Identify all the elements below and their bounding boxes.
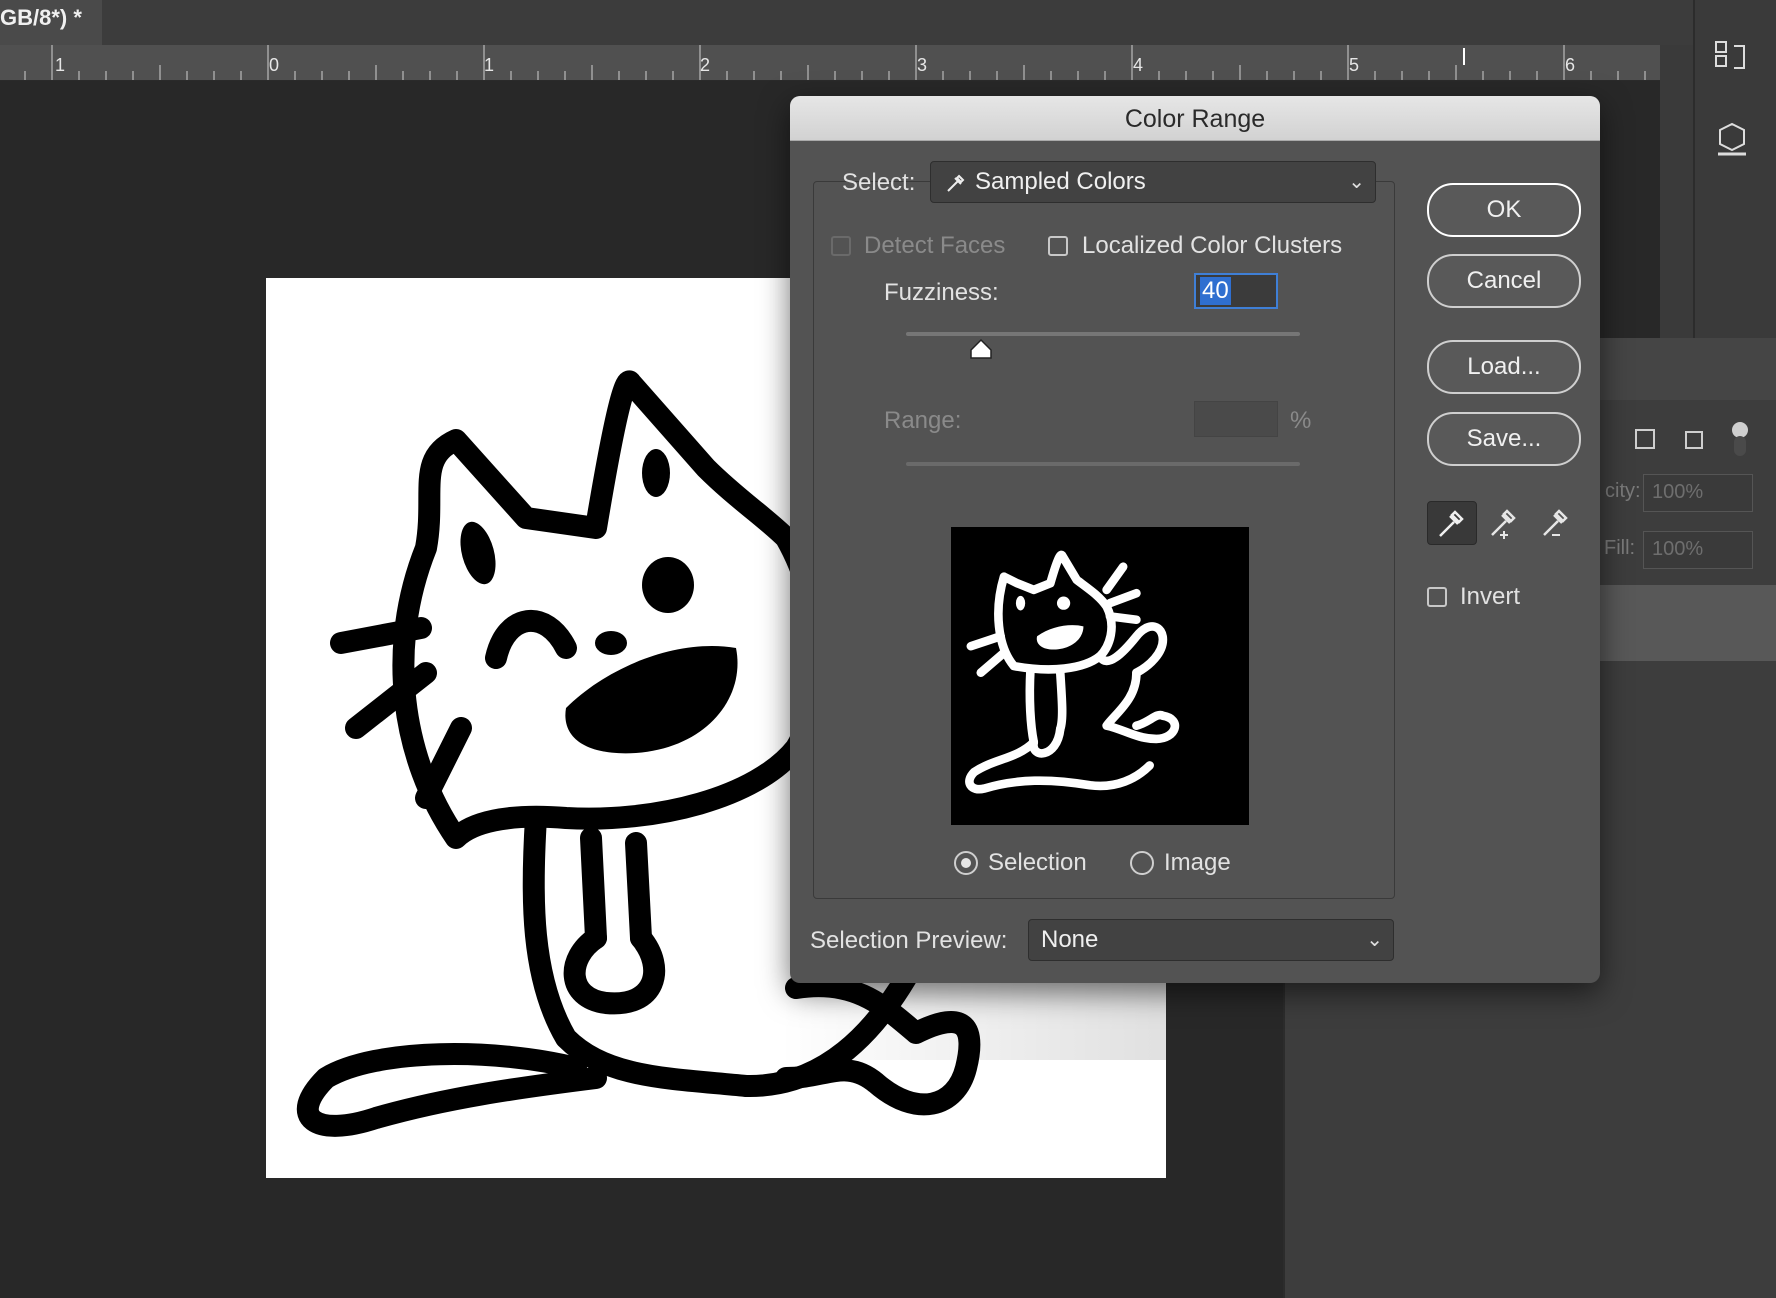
- eyedropper-plus-icon[interactable]: [1480, 501, 1528, 543]
- range-label: Range:: [884, 407, 962, 434]
- ruler-label: 2: [700, 55, 710, 75]
- ruler-ticks: 1 0 1 2 3 4 5 6: [24, 45, 1646, 80]
- selection-preview-dropdown[interactable]: None ⌄: [1028, 919, 1394, 961]
- range-input: [1194, 401, 1278, 437]
- selection-preview-label: Selection Preview:: [810, 927, 1008, 954]
- fuzziness-slider-thumb[interactable]: [969, 338, 993, 362]
- fuzziness-slider[interactable]: [906, 332, 1300, 336]
- document-tab[interactable]: GB/8*) *: [0, 0, 102, 45]
- fuzziness-value: 40: [1200, 277, 1231, 305]
- horizontal-ruler: 1 0 1 2 3 4 5 6: [0, 45, 1660, 81]
- layer-row[interactable]: [1600, 585, 1776, 661]
- cancel-button[interactable]: Cancel: [1427, 254, 1581, 308]
- ruler-label: 1: [55, 55, 65, 75]
- chevron-down-icon: ⌄: [1366, 929, 1383, 951]
- selection-preview-value: None: [1041, 926, 1099, 953]
- view-image-radio[interactable]: [1130, 851, 1154, 875]
- dialog-title: Color Range: [790, 96, 1600, 141]
- select-dropdown[interactable]: Sampled Colors ⌄: [930, 161, 1376, 203]
- panel-gutter: [1660, 45, 1693, 338]
- ruler-label: 4: [1133, 55, 1143, 75]
- view-selection-radio[interactable]: [954, 851, 978, 875]
- invert-checkbox[interactable]: [1427, 587, 1447, 607]
- detect-faces-checkbox[interactable]: [831, 236, 851, 256]
- ruler-label: 6: [1565, 55, 1575, 75]
- eyedropper-icon: [947, 174, 965, 192]
- chevron-down-icon: ⌄: [1348, 171, 1365, 193]
- localized-clusters-checkbox[interactable]: [1048, 236, 1068, 256]
- fill-label: Fill:: [1604, 537, 1636, 559]
- load-button[interactable]: Load...: [1427, 340, 1581, 394]
- history-panel-icon[interactable]: [1712, 38, 1752, 78]
- fill-input[interactable]: 100%: [1643, 531, 1753, 569]
- view-image-label: Image: [1164, 849, 1231, 876]
- fuzziness-input[interactable]: 40: [1194, 273, 1278, 309]
- select-label: Select:: [842, 169, 916, 196]
- opacity-input[interactable]: 100%: [1643, 474, 1753, 512]
- view-selection-label: Selection: [988, 849, 1087, 876]
- localized-clusters-label: Localized Color Clusters: [1082, 232, 1343, 259]
- opacity-label: city:: [1605, 480, 1641, 502]
- document-tab-bar: [0, 0, 1693, 45]
- select-value: Sampled Colors: [975, 168, 1146, 195]
- ruler-label: 5: [1349, 55, 1359, 75]
- ruler-label: 3: [917, 55, 927, 75]
- range-unit: %: [1290, 407, 1312, 434]
- layer-filter-icons: [1590, 420, 1770, 460]
- ruler-label: 1: [484, 55, 494, 75]
- invert-label: Invert: [1460, 583, 1521, 610]
- preview-cat-drawing: [965, 550, 1180, 794]
- save-button[interactable]: Save...: [1427, 412, 1581, 466]
- detect-faces-label: Detect Faces: [864, 232, 1006, 259]
- ruler-label: 0: [269, 55, 279, 75]
- color-range-dialog: Color Range Select: Sampled Colors ⌄ Det…: [790, 96, 1600, 983]
- eyedropper-minus-icon[interactable]: [1532, 501, 1580, 543]
- 3d-panel-icon[interactable]: [1712, 118, 1752, 158]
- ok-button[interactable]: OK: [1427, 183, 1581, 237]
- selection-preview-thumbnail: [951, 527, 1249, 825]
- fuzziness-label: Fuzziness:: [884, 279, 999, 306]
- range-slider: [906, 462, 1300, 466]
- eyedropper-icon[interactable]: [1427, 501, 1477, 545]
